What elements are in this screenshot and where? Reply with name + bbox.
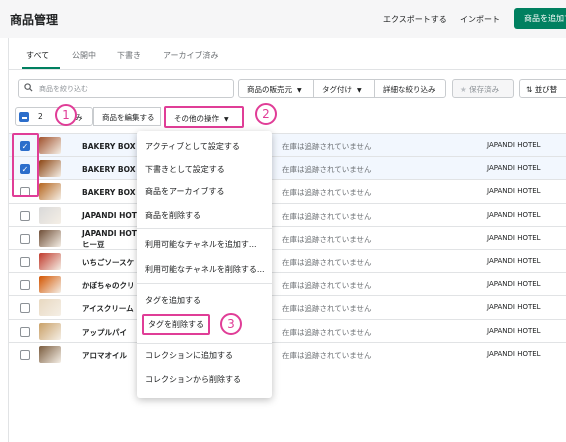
search-icon	[24, 83, 33, 92]
menu-item-add-channel[interactable]: 利用可能なチャネルを追加す...	[145, 239, 257, 250]
row-checkbox[interactable]	[20, 257, 30, 267]
product-vendor: JAPANDI HOTEL	[487, 349, 541, 358]
product-vendor: JAPANDI HOTEL	[487, 257, 541, 265]
row-checkbox[interactable]	[20, 210, 30, 221]
more-actions-menu: アクティブとして設定する 下書きとして設定する 商品をアーカイブする 商品を削除…	[137, 131, 272, 398]
inventory-status: 在庫は追跡されていません	[282, 258, 372, 267]
inventory-status: 在庫は追跡されていません	[282, 142, 372, 151]
tabs-divider	[9, 69, 566, 70]
selected-count: 2	[38, 112, 43, 121]
menu-item-remove-tag[interactable]: タグを削除する	[142, 314, 210, 335]
menu-item-add-collection[interactable]: コレクションに追加する	[145, 350, 233, 361]
export-button[interactable]: エクスポートする	[383, 14, 447, 25]
sort-icon: ⇅	[526, 85, 533, 94]
inventory-status: 在庫は追跡されていません	[282, 234, 372, 244]
page-title: 商品管理	[10, 13, 59, 27]
selected-checkboxes-highlight	[12, 133, 39, 197]
product-name[interactable]: いちごソースケ	[82, 257, 134, 268]
product-vendor: JAPANDI HOTEL	[487, 210, 541, 219]
inventory-status: 在庫は追跡されていません	[282, 165, 372, 175]
tab-draft[interactable]: 下書き	[117, 50, 141, 61]
menu-item-add-tag[interactable]: タグを追加する	[145, 295, 201, 306]
tag-filter[interactable]: タグ付け ▼	[313, 79, 375, 98]
product-thumbnail[interactable]	[39, 160, 61, 178]
product-vendor: JAPANDI HOTEL	[487, 280, 541, 289]
product-thumbnail[interactable]	[39, 253, 61, 270]
inventory-status: 在庫は追跡されていません	[282, 350, 372, 360]
menu-item-archive[interactable]: 商品をアーカイブする	[145, 186, 225, 197]
product-vendor: JAPANDI HOTEL	[487, 326, 541, 335]
row-checkbox[interactable]	[20, 349, 30, 360]
inventory-status: 在庫は追跡されていません	[282, 327, 372, 337]
menu-item-set-draft[interactable]: 下書きとして設定する	[145, 164, 225, 175]
product-vendor: JAPANDI HOTEL	[487, 141, 541, 149]
sales-channel-label: 商品の販売元	[247, 85, 292, 94]
product-vendor: JAPANDI HOTEL	[487, 164, 541, 173]
product-name[interactable]: かぼちゃのクリ	[82, 280, 135, 291]
product-vendor: JAPANDI HOTEL	[487, 303, 541, 312]
menu-divider	[137, 228, 272, 229]
annotation-marker: 3	[220, 313, 242, 335]
tab-all[interactable]: すべて	[26, 50, 49, 61]
add-product-button[interactable]: 商品を追加す	[514, 8, 566, 29]
product-vendor: JAPANDI HOTEL	[487, 187, 541, 196]
caret-down-icon: ▼	[224, 116, 229, 123]
bulk-select-control[interactable]: 2 み	[15, 107, 93, 126]
menu-item-set-active[interactable]: アクティブとして設定する	[145, 141, 240, 152]
select-all-checkbox[interactable]	[19, 112, 29, 122]
product-name[interactable]: アップルパイ	[82, 327, 127, 338]
menu-item-remove-channel[interactable]: 利用可能なチャネルを削除する...	[145, 264, 265, 275]
annotation-marker: 1	[55, 104, 77, 126]
product-thumbnail[interactable]	[39, 276, 61, 294]
caret-down-icon: ▼	[357, 87, 362, 94]
tab-active[interactable]: 公開中	[72, 50, 96, 61]
inventory-status: 在庫は追跡されていません	[282, 281, 372, 291]
row-checkbox[interactable]	[20, 233, 30, 244]
menu-item-remove-collection[interactable]: コレクションから削除する	[145, 374, 241, 385]
menu-item-delete[interactable]: 商品を削除する	[145, 210, 201, 221]
product-vendor: JAPANDI HOTEL	[487, 233, 541, 242]
row-checkbox[interactable]	[20, 303, 30, 314]
product-thumbnail[interactable]	[39, 206, 61, 224]
row-checkbox[interactable]	[20, 280, 30, 291]
product-thumbnail[interactable]	[39, 322, 61, 340]
search-box[interactable]	[18, 79, 234, 98]
menu-divider	[137, 283, 272, 284]
product-thumbnail[interactable]	[39, 229, 61, 247]
import-button[interactable]: インポート	[460, 14, 500, 25]
more-filters-button[interactable]: 詳細な絞り込み	[374, 79, 446, 98]
save-filter-button[interactable]: ★ 保存済み	[452, 79, 514, 98]
save-filter-label: 保存済み	[469, 85, 500, 94]
caret-down-icon: ▼	[297, 87, 302, 94]
star-icon: ★	[460, 85, 467, 94]
more-actions-button[interactable]: その他の操作 ▼	[164, 106, 244, 128]
sort-label: 並び替	[534, 85, 558, 94]
more-actions-label: その他の操作	[174, 114, 219, 123]
annotation-marker: 2	[255, 103, 277, 125]
tab-archived[interactable]: アーカイブ済み	[163, 50, 219, 61]
inventory-status: 在庫は追跡されていません	[282, 211, 372, 221]
inventory-status: 在庫は追跡されていません	[282, 304, 372, 314]
product-thumbnail[interactable]	[39, 299, 61, 317]
product-thumbnail[interactable]	[39, 345, 61, 363]
inventory-status: 在庫は追跡されていません	[282, 188, 372, 198]
product-thumbnail[interactable]	[39, 183, 61, 201]
sales-channel-filter[interactable]: 商品の販売元 ▼	[238, 79, 314, 98]
edit-products-button[interactable]: 商品を編集する	[93, 107, 161, 126]
product-name[interactable]: アイスクリーム	[82, 303, 134, 314]
menu-divider	[137, 343, 272, 344]
product-thumbnail[interactable]	[39, 137, 61, 154]
sort-button[interactable]: ⇅ 並び替	[519, 79, 566, 98]
product-name[interactable]: アロマオイル	[82, 350, 127, 361]
row-checkbox[interactable]	[20, 326, 30, 337]
tab-active-indicator	[22, 67, 60, 69]
search-input[interactable]	[39, 81, 229, 96]
tag-filter-label: タグ付け	[322, 85, 352, 94]
